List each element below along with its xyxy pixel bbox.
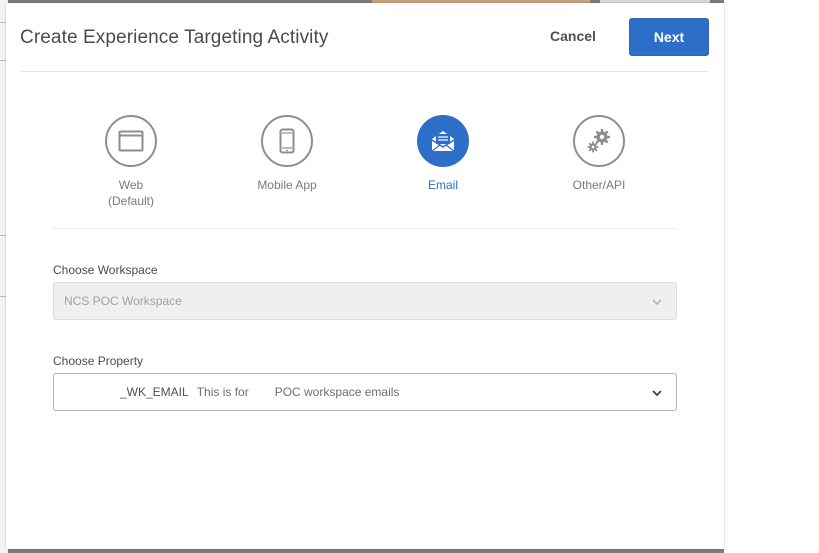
property-description-start: This is for [196, 385, 249, 399]
background-page-right [724, 0, 819, 553]
property-name: _WK_EMAIL [120, 385, 189, 399]
channel-option-other-api[interactable]: Other/API [529, 115, 669, 193]
channel-circle [573, 115, 625, 167]
channel-circle [417, 115, 469, 167]
chevron-down-icon [652, 299, 662, 306]
channel-circle [261, 115, 313, 167]
section-divider [53, 228, 677, 229]
browser-window-icon [118, 130, 144, 152]
channel-label: Email [427, 178, 458, 192]
gears-icon [587, 129, 610, 153]
property-description-end: POC workspace emails [274, 385, 400, 399]
workspace-label: Choose Workspace [53, 263, 158, 277]
channel-label: Mobile App [257, 178, 317, 192]
channel-option-email[interactable]: Email [373, 115, 513, 193]
workspace-select: NCS POC Workspace [53, 282, 677, 320]
workspace-value: NCS POC Workspace [64, 294, 182, 308]
channel-sublabel: (Default) [107, 194, 154, 208]
envelope-icon [431, 131, 455, 152]
property-select[interactable]: _WK_EMAIL This is for POC workspace emai… [53, 373, 677, 411]
mobile-phone-icon [279, 128, 295, 154]
cancel-button[interactable]: Cancel [536, 18, 610, 54]
channel-option-web[interactable]: Web (Default) [61, 115, 201, 209]
channel-circle [105, 115, 157, 167]
channel-label: Web [118, 178, 144, 192]
channel-option-mobile-app[interactable]: Mobile App [217, 115, 357, 193]
header-divider [20, 71, 709, 72]
create-activity-dialog: Create Experience Targeting Activity Can… [6, 3, 724, 549]
redacted-text [248, 387, 275, 397]
property-label: Choose Property [53, 354, 144, 368]
next-button[interactable]: Next [629, 18, 709, 56]
redacted-text [64, 387, 120, 397]
dialog-title: Create Experience Targeting Activity [20, 27, 329, 48]
channel-label: Other/API [572, 178, 626, 192]
chevron-down-icon[interactable] [650, 386, 664, 400]
